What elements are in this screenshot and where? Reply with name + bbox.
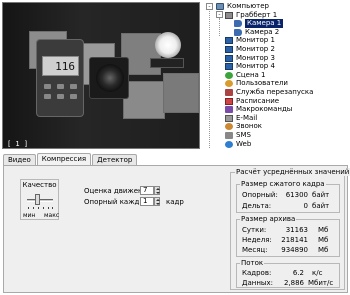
stat-label: Данных: xyxy=(242,279,273,287)
lamp-base-object xyxy=(150,58,184,68)
stat-unit: байт xyxy=(312,202,330,210)
tab-detector[interactable]: Детектор xyxy=(92,154,138,165)
archive-size-title: Размер архива xyxy=(240,215,297,223)
quality-max-label: макс xyxy=(44,212,60,219)
quality-min-label: мин xyxy=(23,212,36,219)
tree-item[interactable]: Web xyxy=(225,140,251,149)
expand-toggle[interactable]: - xyxy=(206,3,213,10)
stat-label: Неделя: xyxy=(242,236,272,244)
stat-label: Сутки: xyxy=(242,226,267,234)
stat-unit: байт xyxy=(312,191,330,199)
expand-toggle[interactable]: - xyxy=(216,11,223,18)
monitor-icon xyxy=(225,63,233,71)
tab-video[interactable]: Видео xyxy=(3,154,36,165)
lamp-object xyxy=(155,32,181,58)
stat-value: 0 xyxy=(303,202,308,210)
meter-reading: 116 xyxy=(42,56,79,76)
grabber-icon xyxy=(225,11,233,19)
stat-label: Месяц: xyxy=(242,246,268,254)
video-viewer[interactable]: 116 [ 1 ] xyxy=(2,2,200,149)
stat-value: 61300 xyxy=(285,191,308,199)
scene-icon xyxy=(225,71,233,79)
camera-icon xyxy=(234,20,242,28)
stat-label: Дельта: xyxy=(242,202,272,210)
sms-icon xyxy=(225,132,233,139)
schedule-icon xyxy=(225,97,233,105)
stat-unit: Мб xyxy=(318,236,329,244)
macro-icon xyxy=(225,106,233,114)
camera-icon xyxy=(234,28,242,36)
stream-title: Поток xyxy=(240,259,265,267)
background-square xyxy=(123,81,165,119)
quality-title: Качество xyxy=(22,181,57,189)
stat-label: Кадров: xyxy=(242,269,272,277)
web-globe-icon xyxy=(225,140,233,148)
stat-value: 6.2 xyxy=(292,269,304,277)
frame-size-title: Размер сжатого кадра xyxy=(240,180,326,188)
users-icon xyxy=(225,80,233,88)
speaker-object xyxy=(89,57,129,99)
quality-slider-track[interactable] xyxy=(27,199,53,202)
settings-tabs: Видео Компрессия Детектор xyxy=(3,153,138,165)
keyframe-interval-input[interactable]: 1 xyxy=(140,197,154,206)
phone-call-icon xyxy=(225,123,233,131)
motion-estimation-spinner[interactable] xyxy=(154,186,160,195)
tab-compression[interactable]: Компрессия xyxy=(36,153,92,165)
stat-unit: Мбит/с xyxy=(308,279,334,287)
restart-service-icon xyxy=(225,89,233,96)
stat-value: 31163 xyxy=(285,226,308,234)
compression-panel: Качество мин макс Оценка движения 7 Опор… xyxy=(3,165,350,293)
keyframe-interval-spinner[interactable] xyxy=(154,197,160,206)
stat-value: 218141 xyxy=(281,236,308,244)
multimeter-object: 116 xyxy=(36,39,84,117)
email-icon xyxy=(225,114,233,122)
stat-unit: Мб xyxy=(318,246,329,254)
computer-icon xyxy=(216,3,224,10)
tree-item-label: Web xyxy=(236,139,252,148)
background-square xyxy=(163,73,199,113)
camera-number-label: [ 1 ] xyxy=(7,140,29,148)
stat-label: Опорный: xyxy=(242,191,278,199)
motion-estimation-input[interactable]: 7 xyxy=(140,186,154,195)
device-tree[interactable]: - - Компьютер Грабберт 1 Камера 1 Камера 2М… xyxy=(204,2,350,149)
monitor-icon xyxy=(225,54,233,62)
stat-unit: к/с xyxy=(312,269,323,277)
keyframe-unit-label: кадр xyxy=(166,198,184,206)
stat-unit: Мб xyxy=(318,226,329,234)
quality-slider-thumb[interactable] xyxy=(35,194,40,205)
monitor-icon xyxy=(225,37,233,45)
monitor-icon xyxy=(225,46,233,53)
stat-value: 934890 xyxy=(281,246,308,254)
average-values-title: Расчёт усреднённых значений xyxy=(235,168,350,176)
stat-value: 2,886 xyxy=(283,279,304,287)
